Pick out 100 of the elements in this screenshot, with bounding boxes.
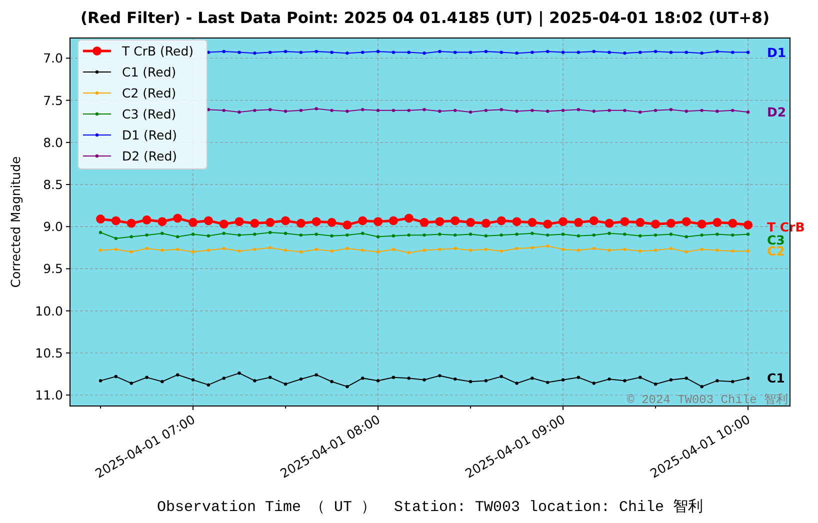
point — [422, 378, 426, 382]
point — [466, 218, 476, 227]
point — [684, 50, 688, 54]
legend-label: D1 (Red) — [122, 128, 178, 142]
point — [407, 233, 410, 237]
point — [500, 374, 503, 378]
legend-label: C3 (Red) — [122, 106, 176, 122]
point — [700, 233, 704, 237]
point — [392, 50, 396, 54]
y-tick-label: 10.5 — [35, 345, 63, 360]
point — [407, 251, 410, 254]
point — [623, 52, 626, 55]
point — [346, 246, 349, 250]
point — [114, 374, 118, 378]
point — [361, 232, 364, 235]
point — [468, 232, 472, 236]
point — [669, 50, 673, 54]
y-tick-label: 7.5 — [43, 92, 63, 108]
point — [130, 250, 133, 254]
point — [361, 108, 364, 112]
point — [191, 378, 195, 382]
point — [392, 376, 396, 379]
point — [592, 246, 596, 250]
point — [561, 378, 565, 382]
point — [654, 108, 658, 112]
point — [712, 218, 722, 227]
point — [608, 232, 611, 235]
point — [361, 50, 364, 54]
point — [388, 216, 398, 226]
point — [576, 50, 580, 54]
point — [608, 108, 611, 112]
point — [684, 235, 688, 238]
point — [468, 110, 472, 114]
point — [176, 373, 180, 376]
series-label: D2 — [767, 104, 786, 120]
point — [238, 50, 241, 54]
point — [222, 108, 226, 112]
point — [468, 380, 472, 384]
y-tick-label: 9.0 — [43, 219, 63, 234]
y-tick-label: 7.0 — [43, 50, 63, 66]
point — [358, 216, 368, 226]
point — [576, 248, 580, 252]
point — [654, 233, 658, 237]
point — [716, 232, 719, 236]
point — [638, 249, 642, 253]
point — [604, 218, 614, 228]
point — [623, 232, 626, 236]
point — [268, 246, 272, 250]
point — [238, 233, 241, 237]
point — [682, 217, 691, 226]
point — [454, 108, 457, 112]
point — [114, 236, 118, 240]
point — [731, 50, 734, 54]
point — [284, 50, 288, 54]
point — [530, 50, 534, 54]
point — [561, 108, 565, 112]
point — [376, 379, 380, 382]
point — [515, 382, 518, 385]
point — [500, 50, 503, 54]
point — [268, 108, 272, 112]
point — [746, 50, 750, 54]
point — [496, 216, 506, 226]
point — [684, 110, 688, 113]
point — [576, 108, 580, 112]
point — [454, 50, 457, 54]
point — [346, 110, 349, 113]
point — [422, 233, 426, 237]
point — [438, 232, 442, 236]
point — [191, 250, 195, 254]
point — [314, 248, 318, 251]
point — [546, 233, 550, 237]
point — [589, 216, 598, 226]
point — [454, 377, 457, 381]
point — [188, 218, 198, 227]
series-label: D1 — [767, 44, 786, 60]
point — [700, 248, 704, 251]
point — [361, 376, 364, 380]
point — [145, 376, 148, 379]
y-tick-label: 9.5 — [43, 261, 63, 276]
point — [296, 218, 306, 228]
point — [160, 248, 164, 252]
y-tick-label: 8.5 — [43, 177, 63, 192]
point — [666, 218, 676, 228]
point — [638, 50, 642, 54]
point — [98, 230, 102, 234]
series-label: C1 — [767, 370, 785, 386]
point — [700, 108, 704, 112]
point — [530, 232, 534, 235]
point — [450, 216, 460, 226]
point — [376, 235, 380, 238]
point — [746, 376, 750, 380]
point — [744, 220, 753, 230]
point — [191, 232, 195, 236]
point — [746, 110, 750, 114]
point — [206, 248, 210, 252]
legend-line-icon — [82, 112, 112, 116]
point — [238, 372, 241, 375]
legend-label: C2 (Red) — [122, 86, 176, 100]
point — [484, 379, 488, 382]
point — [250, 218, 260, 228]
